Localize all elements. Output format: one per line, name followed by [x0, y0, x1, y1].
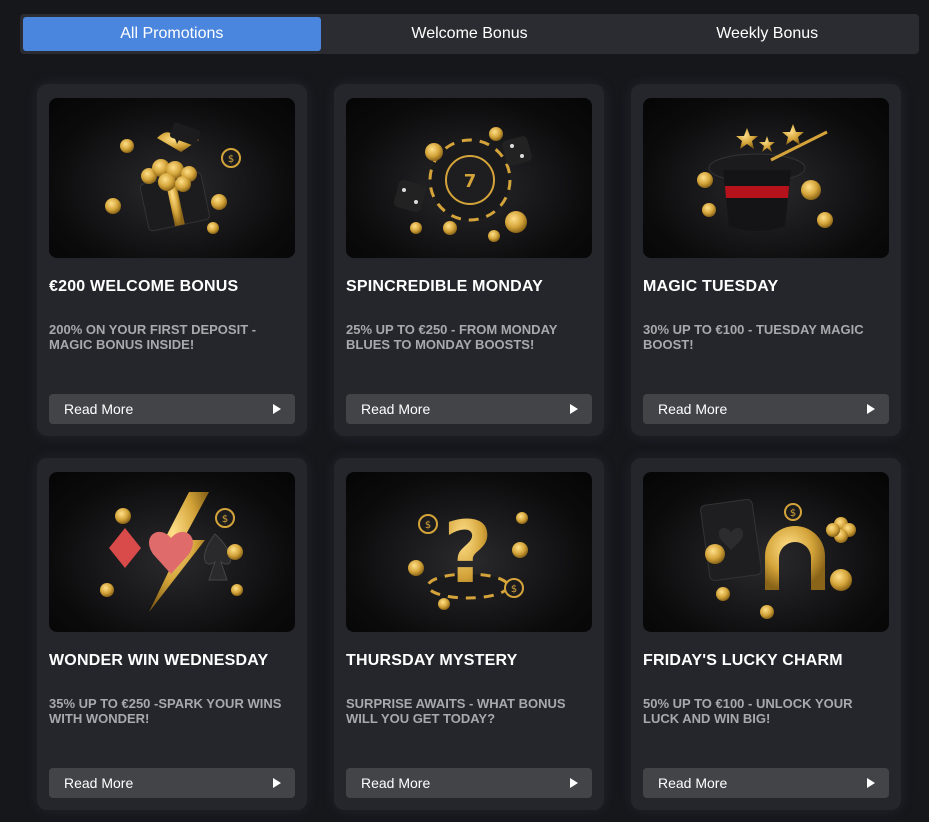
magic-hat-icon[interactable]: [643, 98, 889, 258]
play-arrow-icon: [867, 778, 875, 788]
read-more-label: Read More: [361, 401, 431, 417]
play-arrow-icon: [273, 404, 281, 414]
tab-welcome-bonus[interactable]: Welcome Bonus: [321, 17, 619, 51]
read-more-label: Read More: [64, 401, 134, 417]
svg-text:?: ?: [443, 503, 493, 603]
read-more-label: Read More: [658, 775, 728, 791]
gift-box-coins-icon[interactable]: $: [49, 98, 295, 258]
play-arrow-icon: [570, 778, 578, 788]
svg-text:$: $: [222, 514, 228, 525]
svg-text:$: $: [790, 508, 796, 519]
promo-card-magic-tuesday: MAGIC TUESDAY 30% UP TO €100 - TUESDAY M…: [631, 84, 901, 436]
casino-chip-dice-icon[interactable]: 7: [346, 98, 592, 258]
read-more-label: Read More: [658, 401, 728, 417]
svg-text:$: $: [511, 584, 517, 595]
horseshoe-clover-icon[interactable]: $: [643, 472, 889, 632]
read-more-button[interactable]: Read More: [643, 768, 889, 798]
promo-card-wonder-win-wednesday: $ WONDER WIN WEDNESDAY 35% UP TO €250 -S…: [37, 458, 307, 810]
promo-description: SURPRISE AWAITS - WHAT BONUS WILL YOU GE…: [346, 696, 566, 726]
promo-card-thursday-mystery: ? $ $ THURSDAY MYSTERY SURPRISE AWAITS -…: [334, 458, 604, 810]
tab-weekly-bonus[interactable]: Weekly Bonus: [618, 17, 916, 51]
play-arrow-icon: [570, 404, 578, 414]
promo-title: FRIDAY'S LUCKY CHARM: [643, 652, 843, 669]
svg-text:7: 7: [464, 171, 477, 192]
read-more-button[interactable]: Read More: [49, 394, 295, 424]
promotion-tabs: All Promotions Welcome Bonus Weekly Bonu…: [20, 14, 919, 54]
promo-title: €200 WELCOME BONUS: [49, 278, 239, 295]
promo-description: 200% ON YOUR FIRST DEPOSIT - MAGIC BONUS…: [49, 322, 257, 352]
promo-card-welcome-bonus: $ €200 WELCOME BONUS 200% ON YOUR FIRST …: [37, 84, 307, 436]
promo-description: 35% UP TO €250 -SPARK YOUR WINS WITH WON…: [49, 696, 282, 726]
read-more-button[interactable]: Read More: [346, 768, 592, 798]
svg-text:$: $: [228, 154, 234, 165]
card-suits-lightning-icon[interactable]: $: [49, 472, 295, 632]
read-more-label: Read More: [361, 775, 431, 791]
promo-card-spincredible-monday: 7 SPINCREDIBLE MONDAY 25% UP TO €250 - F…: [334, 84, 604, 436]
promo-description: 50% UP TO €100 - UNLOCK YOUR LUCK AND WI…: [643, 696, 853, 726]
promo-description: 30% UP TO €100 - TUESDAY MAGIC BOOST!: [643, 322, 864, 352]
read-more-button[interactable]: Read More: [643, 394, 889, 424]
question-mark-chip-icon[interactable]: ? $ $: [346, 472, 592, 632]
read-more-button[interactable]: Read More: [346, 394, 592, 424]
play-arrow-icon: [273, 778, 281, 788]
promo-description: 25% UP TO €250 - FROM MONDAY BLUES TO MO…: [346, 322, 558, 352]
read-more-label: Read More: [64, 775, 134, 791]
promo-title: SPINCREDIBLE MONDAY: [346, 278, 544, 295]
play-arrow-icon: [867, 404, 875, 414]
promo-title: THURSDAY MYSTERY: [346, 652, 518, 669]
promo-card-fridays-lucky-charm: $ FRIDAY'S LUCKY CHARM 50% UP TO €100 - …: [631, 458, 901, 810]
tab-all-promotions[interactable]: All Promotions: [23, 17, 321, 51]
svg-text:$: $: [425, 520, 431, 531]
promo-title: WONDER WIN WEDNESDAY: [49, 652, 269, 669]
promo-title: MAGIC TUESDAY: [643, 278, 779, 295]
read-more-button[interactable]: Read More: [49, 768, 295, 798]
